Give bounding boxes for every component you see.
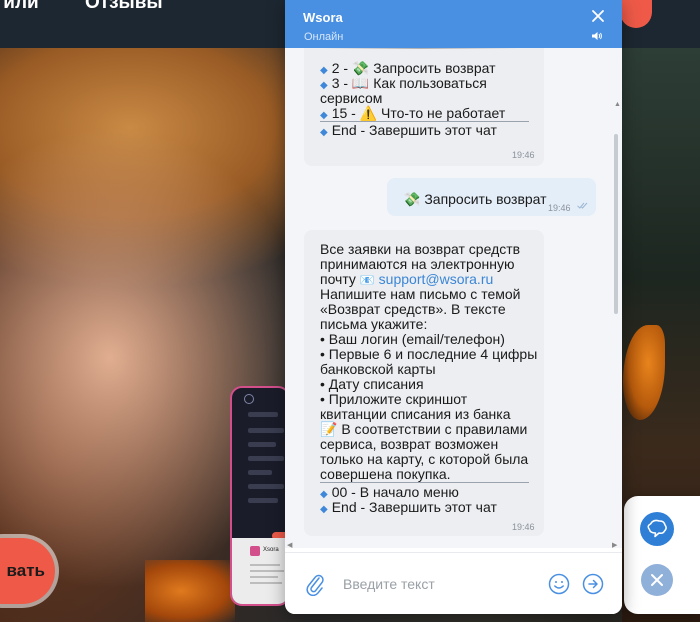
mock-line bbox=[250, 582, 282, 584]
chat-widget: Wsora Онлайн ◆ 2 - 💸 Запросить возврат ◆ 3… bbox=[285, 0, 622, 614]
message-line: 📝 В соответствии с правилами bbox=[320, 421, 528, 437]
message-line: банковской карты bbox=[320, 361, 436, 377]
message-time: 19:46 bbox=[548, 203, 571, 213]
avatar-icon bbox=[244, 394, 254, 404]
message-line: письма укажите: bbox=[320, 316, 428, 332]
support-email-link[interactable]: support@wsora.ru bbox=[379, 271, 494, 287]
message-time: 19:46 bbox=[512, 150, 535, 160]
close-icon bbox=[651, 574, 663, 586]
chat-title: Wsora bbox=[303, 10, 343, 25]
phone-logo-text: Xsora bbox=[263, 547, 279, 553]
message-line: • Дату списания bbox=[320, 376, 424, 392]
double-check-icon bbox=[577, 202, 588, 209]
menu-item-text: 15 - ⚠️ Что-то не работает bbox=[331, 105, 506, 121]
diamond-icon: ◆ bbox=[320, 110, 328, 121]
menu-item: ◆ End - Завершить этот чат bbox=[320, 123, 497, 140]
menu-item-text: End - Завершить этот чат bbox=[331, 499, 497, 515]
nav-cta-button[interactable]: е bbox=[620, 0, 652, 28]
message-composer bbox=[285, 552, 622, 614]
chat-launcher-panel bbox=[624, 496, 700, 614]
outgoing-message-text: 💸 Запросить возврат bbox=[403, 191, 547, 207]
message-line: Все заявки на возврат средств bbox=[320, 241, 521, 257]
scroll-left-arrow[interactable]: ◀ bbox=[287, 541, 292, 549]
incoming-message: Все заявки на возврат средств принимаютс… bbox=[304, 230, 544, 536]
menu-item-text: End - Завершить этот чат bbox=[331, 122, 497, 138]
diamond-icon: ◆ bbox=[320, 504, 328, 515]
mock-line bbox=[248, 442, 276, 447]
close-launcher-button[interactable] bbox=[641, 564, 673, 596]
emoji-icon[interactable] bbox=[548, 573, 570, 595]
message-line: квитанции списания из банка bbox=[320, 406, 511, 422]
mock-line bbox=[248, 428, 284, 433]
message-line: • Ваш логин (email/телефон) bbox=[320, 331, 505, 347]
mock-line bbox=[248, 470, 272, 475]
paperclip-icon[interactable] bbox=[305, 572, 325, 596]
close-icon[interactable] bbox=[590, 8, 606, 24]
scroll-right-arrow[interactable]: ▶ bbox=[612, 541, 617, 549]
message-line-text: почту bbox=[320, 271, 356, 287]
chat-status: Онлайн bbox=[304, 31, 344, 43]
outgoing-message: 💸 Запросить возврат 19:46 bbox=[387, 178, 596, 216]
send-icon[interactable] bbox=[582, 573, 604, 595]
message-line: принимаются на электронную bbox=[320, 256, 515, 272]
chat-bubble-icon bbox=[647, 519, 667, 538]
message-line: • Первые 6 и последние 4 цифры bbox=[320, 346, 538, 362]
nav-cta-label: е bbox=[622, 0, 631, 4]
divider bbox=[320, 482, 529, 483]
mock-line bbox=[250, 576, 278, 578]
menu-item-continued: сервисом bbox=[320, 90, 383, 106]
diamond-icon: ◆ bbox=[320, 127, 328, 138]
chat-header: Wsora Онлайн bbox=[285, 0, 622, 48]
diamond-icon: ◆ bbox=[320, 65, 328, 76]
nav-link-reviews[interactable]: Отзывы bbox=[85, 0, 163, 14]
menu-item-text: 00 - В начало меню bbox=[331, 484, 459, 500]
message-line: «Возврат средств». В тексте bbox=[320, 301, 506, 317]
message-line: • Приложите скриншот bbox=[320, 391, 468, 407]
scroll-up-arrow[interactable]: ▲ bbox=[614, 101, 621, 108]
menu-item-text: 3 - 📖 Как пользоваться bbox=[331, 75, 487, 91]
nav-link-features[interactable]: тили bbox=[0, 0, 39, 14]
open-chat-button[interactable] bbox=[640, 512, 674, 546]
mock-line bbox=[250, 570, 284, 572]
email-icon: 📧 bbox=[359, 273, 375, 287]
incoming-message: ◆ 2 - 💸 Запросить возврат ◆ 3 - 📖 Как поль… bbox=[304, 48, 544, 166]
menu-item: ◆ End - Завершить этот чат bbox=[320, 500, 497, 517]
message-line: совершена покупка. bbox=[320, 466, 451, 482]
mock-line bbox=[250, 564, 280, 566]
clipped-line bbox=[320, 48, 520, 52]
mock-line bbox=[248, 412, 278, 417]
message-line: сервиса, возврат возможен bbox=[320, 436, 499, 452]
leaf-image bbox=[145, 560, 235, 622]
scrollbar-thumb[interactable] bbox=[614, 134, 618, 314]
message-line: только на карту, с которой была bbox=[320, 451, 529, 467]
message-input[interactable] bbox=[343, 573, 533, 595]
message-line: Напишите нам письмо с темой bbox=[320, 286, 521, 302]
mock-line bbox=[248, 456, 284, 461]
logo-icon bbox=[250, 546, 260, 556]
message-time: 19:46 bbox=[512, 522, 535, 532]
diamond-icon: ◆ bbox=[320, 489, 328, 500]
mock-line bbox=[248, 484, 284, 489]
message-list[interactable]: ◆ 2 - 💸 Запросить возврат ◆ 3 - 📖 Как поль… bbox=[285, 48, 622, 548]
menu-item-text: 2 - 💸 Запросить возврат bbox=[331, 60, 496, 76]
mock-line bbox=[248, 498, 278, 503]
phone-footer: Xsora bbox=[232, 538, 288, 604]
speaker-icon[interactable] bbox=[591, 31, 603, 41]
phone-mockup: Xsora bbox=[230, 386, 290, 606]
